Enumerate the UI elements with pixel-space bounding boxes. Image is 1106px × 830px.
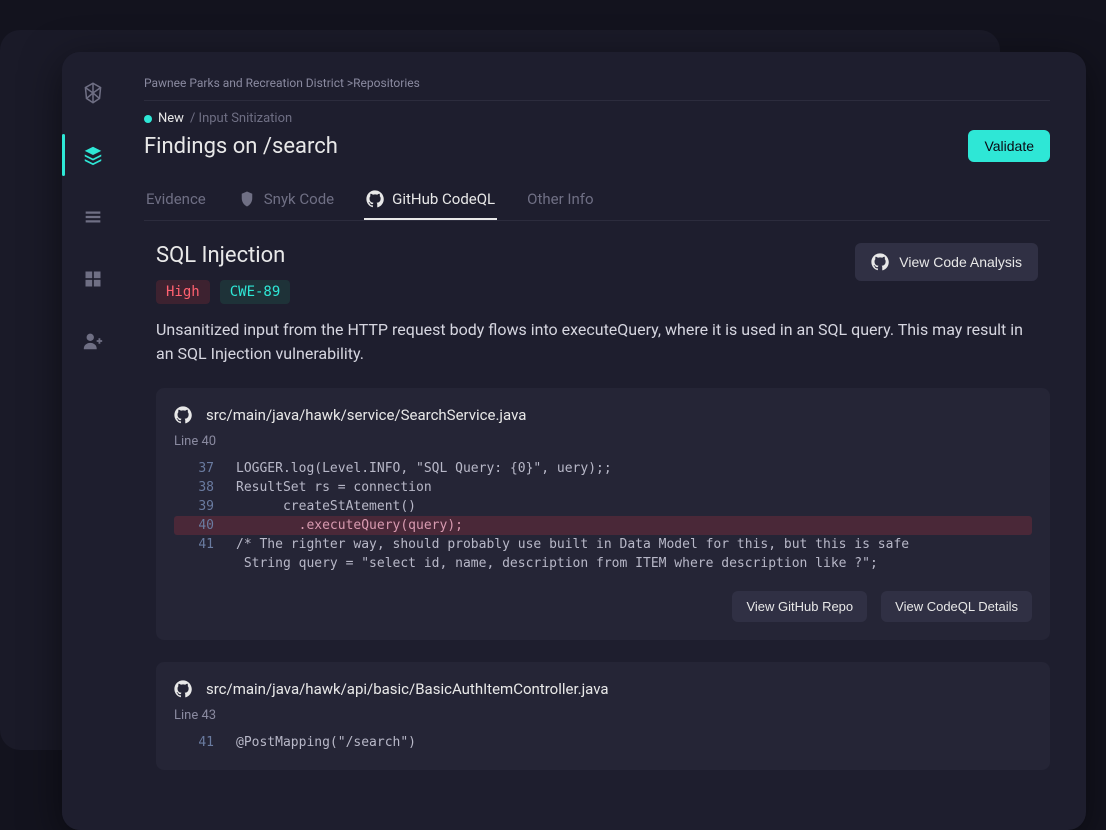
- content-area: Pawnee Parks and Recreation District >Re…: [124, 52, 1086, 830]
- breadcrumb[interactable]: Pawnee Parks and Recreation District >Re…: [144, 76, 1050, 90]
- severity-badge: High: [156, 280, 210, 304]
- button-label: View Code Analysis: [899, 254, 1022, 270]
- code-lines: 41 @PostMapping("/search"): [174, 733, 1032, 752]
- line-num: 40: [184, 518, 214, 533]
- divider: [144, 100, 1050, 101]
- finding-title: SQL Injection: [156, 243, 290, 268]
- line-code: String query = "select id, name, descrip…: [236, 556, 878, 571]
- code-file-path: src/main/java/hawk/service/SearchService…: [206, 406, 526, 424]
- view-codeql-details-button[interactable]: View CodeQL Details: [881, 591, 1032, 622]
- line-code: ResultSet rs = connection: [236, 480, 432, 495]
- status-dot-icon: [144, 115, 152, 123]
- code-line-label: Line 43: [174, 708, 1032, 723]
- code-lines: 37 LOGGER.log(Level.INFO, "SQL Query: {0}…: [174, 459, 1032, 573]
- line-code: /* The righter way, should probably use …: [236, 537, 909, 552]
- line-code: @PostMapping("/search"): [236, 735, 416, 750]
- tab-github-codeql[interactable]: GitHub CodeQL: [364, 180, 497, 220]
- nav-add-user[interactable]: [76, 324, 110, 358]
- line-num: 37: [184, 461, 214, 476]
- status-row: New / Input Snitization: [144, 111, 1050, 126]
- main-window: Pawnee Parks and Recreation District >Re…: [62, 52, 1086, 830]
- finding-description: Unsanitized input from the HTTP request …: [144, 318, 1050, 366]
- code-block: src/main/java/hawk/service/SearchService…: [156, 388, 1050, 640]
- nav-grid[interactable]: [76, 262, 110, 296]
- page-title: Findings on /search: [144, 134, 338, 159]
- tab-evidence[interactable]: Evidence: [144, 180, 208, 220]
- view-code-analysis-button[interactable]: View Code Analysis: [855, 243, 1038, 281]
- tab-label: Snyk Code: [264, 190, 334, 208]
- tab-label: Other Info: [527, 190, 593, 208]
- github-icon: [871, 253, 889, 271]
- tabs: Evidence Snyk Code GitHub CodeQL Other I…: [144, 180, 1050, 221]
- github-icon: [174, 406, 192, 424]
- tab-other-info[interactable]: Other Info: [525, 180, 595, 220]
- snyk-icon: [238, 190, 256, 208]
- nav-list[interactable]: [76, 200, 110, 234]
- nav-layers[interactable]: [76, 138, 110, 172]
- line-num: 38: [184, 480, 214, 495]
- line-code: LOGGER.log(Level.INFO, "SQL Query: {0}",…: [236, 461, 612, 476]
- status-path: / Input Snitization: [190, 111, 292, 126]
- line-num: 39: [184, 499, 214, 514]
- line-code: .executeQuery(query);: [236, 518, 463, 533]
- code-file-path: src/main/java/hawk/api/basic/BasicAuthIt…: [206, 680, 609, 698]
- line-num: 41: [184, 735, 214, 750]
- tab-label: Evidence: [146, 190, 206, 208]
- cwe-badge: CWE-89: [220, 280, 291, 304]
- line-code: createStAtement(): [236, 499, 416, 514]
- status-new: New: [158, 111, 184, 126]
- line-num: 41: [184, 537, 214, 552]
- tab-label: GitHub CodeQL: [392, 190, 495, 208]
- line-num: [184, 556, 214, 571]
- sidebar: [62, 52, 124, 830]
- logo-icon: [76, 76, 110, 110]
- validate-button[interactable]: Validate: [968, 130, 1050, 162]
- tab-snyk[interactable]: Snyk Code: [236, 180, 336, 220]
- code-line-label: Line 40: [174, 434, 1032, 449]
- view-github-repo-button[interactable]: View GitHub Repo: [732, 591, 867, 622]
- code-block: src/main/java/hawk/api/basic/BasicAuthIt…: [156, 662, 1050, 770]
- github-icon: [174, 680, 192, 698]
- github-icon: [366, 190, 384, 208]
